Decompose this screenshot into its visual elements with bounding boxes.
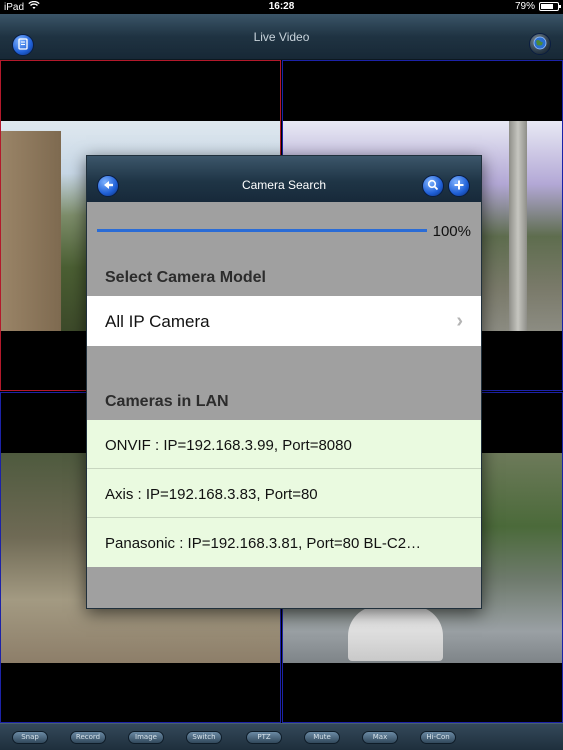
- dialog-header: Camera Search: [87, 156, 481, 202]
- camera-entry-label: Axis : IP=192.168.3.83, Port=80: [105, 486, 318, 503]
- lan-camera-list: ONVIF : IP=192.168.3.99, Port=8080 Axis …: [87, 420, 481, 567]
- progress-fill: [97, 229, 427, 232]
- battery-percent: 79%: [514, 1, 535, 12]
- top-nav-bar: Live Video: [0, 14, 563, 60]
- page-title: Live Video: [253, 30, 310, 44]
- snap-button[interactable]: Snap: [12, 731, 48, 744]
- clock: 16:28: [268, 1, 295, 12]
- camera-entry-label: Panasonic : IP=192.168.3.81, Port=80 BL-…: [105, 535, 422, 552]
- list-item[interactable]: Axis : IP=192.168.3.83, Port=80: [87, 469, 481, 518]
- ptz-button[interactable]: PTZ: [246, 731, 282, 744]
- switch-button[interactable]: Switch: [186, 731, 222, 744]
- camera-model-value: All IP Camera: [105, 312, 210, 331]
- globe-button[interactable]: [529, 33, 551, 55]
- list-item[interactable]: ONVIF : IP=192.168.3.99, Port=8080: [87, 420, 481, 469]
- camera-search-dialog: Camera Search 100% Select Camera Model A…: [86, 155, 482, 609]
- select-model-header: Select Camera Model: [105, 269, 266, 286]
- list-item[interactable]: Panasonic : IP=192.168.3.81, Port=80 BL-…: [87, 518, 481, 567]
- search-button[interactable]: [422, 175, 444, 197]
- progress-bar: [97, 229, 427, 232]
- cameras-in-lan-header: Cameras in LAN: [105, 393, 229, 410]
- chevron-right-icon: ›: [456, 310, 463, 332]
- max-button[interactable]: Max: [362, 731, 398, 744]
- progress-label: 100%: [432, 223, 471, 240]
- image-button[interactable]: Image: [128, 731, 164, 744]
- hi-con-button[interactable]: Hi-Con: [420, 731, 456, 744]
- add-camera-button[interactable]: [448, 175, 470, 197]
- battery-icon: [539, 2, 561, 11]
- bottom-toolbar: Snap Record Image Switch PTZ Mute Max Hi…: [0, 723, 563, 750]
- plus-icon: [453, 179, 465, 194]
- camera-model-row[interactable]: All IP Camera ›: [87, 296, 481, 346]
- search-icon: [427, 179, 439, 194]
- camera-entry-label: ONVIF : IP=192.168.3.99, Port=8080: [105, 437, 352, 454]
- search-progress: 100%: [87, 202, 481, 259]
- record-button[interactable]: Record: [70, 731, 106, 744]
- battery-info: 79%: [514, 1, 561, 12]
- status-bar: iPad 16:28 79%: [0, 0, 563, 14]
- globe-icon: [533, 36, 547, 53]
- mute-button[interactable]: Mute: [304, 731, 340, 744]
